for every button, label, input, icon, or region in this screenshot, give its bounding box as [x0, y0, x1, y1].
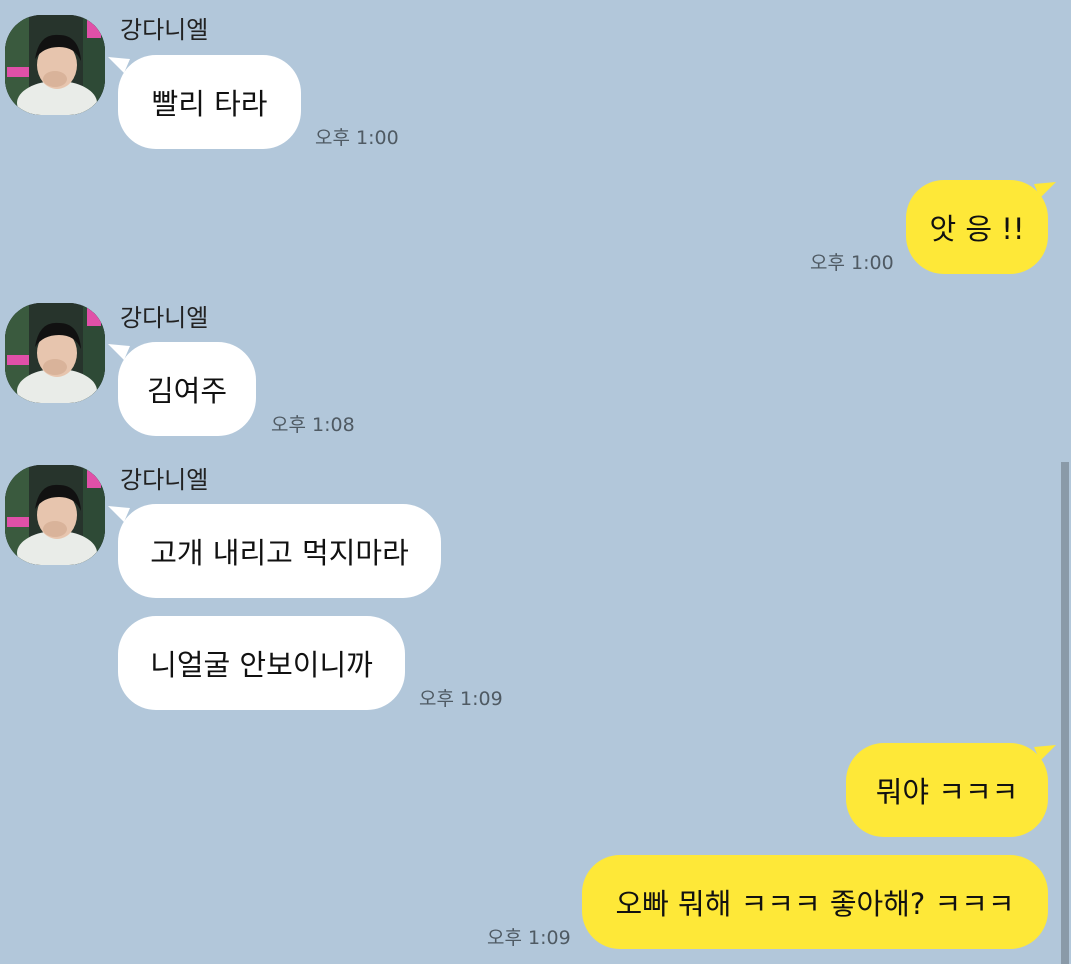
sender-name: 강다니엘	[120, 466, 209, 494]
incoming-message-bubble[interactable]: 빨리 타라	[118, 55, 301, 149]
message-text: 오빠 뭐해 ㅋㅋㅋ 좋아해? ㅋㅋㅋ	[615, 887, 1015, 921]
message-timestamp: 오후 1:00	[810, 252, 894, 274]
message-text: 고개 내리고 먹지마라	[150, 536, 409, 570]
bubble-tail	[1034, 182, 1056, 198]
bubble-tail	[108, 506, 130, 522]
avatar[interactable]	[5, 15, 105, 115]
message-text: 니얼굴 안보이니까	[150, 648, 373, 682]
message-text: 앗 응 !!	[929, 212, 1025, 246]
avatar[interactable]	[5, 465, 105, 565]
message-text: 김여주	[146, 374, 228, 408]
outgoing-message-bubble[interactable]: 앗 응 !!	[906, 180, 1048, 274]
sender-name: 강다니엘	[120, 16, 209, 44]
sender-name: 강다니엘	[120, 304, 209, 332]
message-timestamp: 오후 1:08	[271, 414, 355, 436]
bubble-tail	[1034, 745, 1056, 761]
scrollbar[interactable]	[1061, 462, 1069, 964]
outgoing-message-bubble[interactable]: 뭐야 ㅋㅋㅋ	[846, 743, 1048, 837]
message-timestamp: 오후 1:09	[487, 927, 571, 949]
bubble-tail	[108, 57, 130, 73]
incoming-message-bubble[interactable]: 고개 내리고 먹지마라	[118, 504, 441, 598]
bubble-tail	[108, 344, 130, 360]
incoming-message-bubble[interactable]: 김여주	[118, 342, 256, 436]
incoming-message-bubble[interactable]: 니얼굴 안보이니까	[118, 616, 405, 710]
message-text: 뭐야 ㅋㅋㅋ	[875, 775, 1019, 809]
avatar[interactable]	[5, 303, 105, 403]
message-text: 빨리 타라	[151, 87, 268, 121]
outgoing-message-bubble[interactable]: 오빠 뭐해 ㅋㅋㅋ 좋아해? ㅋㅋㅋ	[582, 855, 1048, 949]
message-timestamp: 오후 1:00	[315, 127, 399, 149]
message-timestamp: 오후 1:09	[419, 688, 503, 710]
